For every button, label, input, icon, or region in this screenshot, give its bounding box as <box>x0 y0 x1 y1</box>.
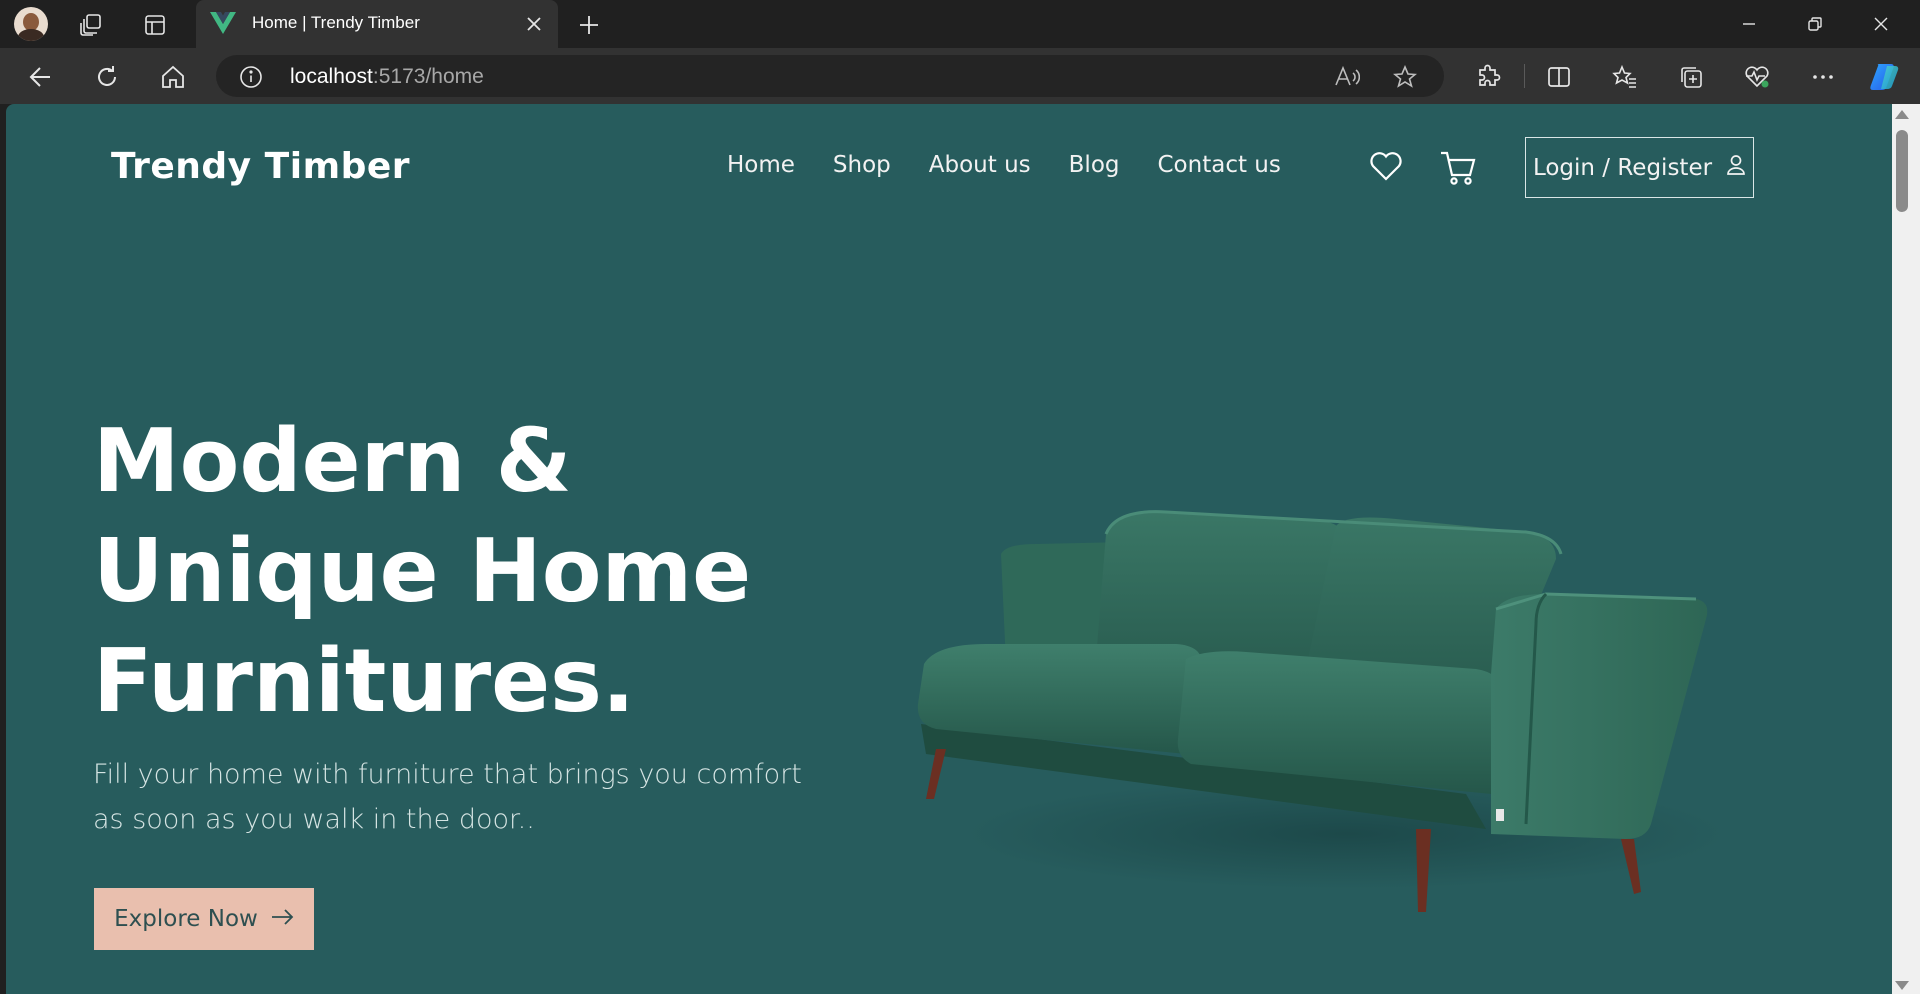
nav-blog[interactable]: Blog <box>1069 152 1120 178</box>
nav-home[interactable]: Home <box>727 152 795 178</box>
avatar-body <box>18 29 44 41</box>
browser-health-icon[interactable] <box>1742 62 1772 92</box>
workspaces-icon[interactable] <box>76 10 106 40</box>
explore-now-button[interactable]: Explore Now <box>94 888 314 950</box>
tab-title: Home | Trendy Timber <box>252 13 420 32</box>
nav-shop[interactable]: Shop <box>833 152 891 178</box>
brand-logo[interactable]: Trendy Timber <box>111 146 410 187</box>
close-window-button[interactable] <box>1848 0 1914 48</box>
minimize-button[interactable] <box>1716 0 1782 48</box>
login-register-button[interactable]: Login / Register <box>1525 137 1754 198</box>
scroll-up-icon[interactable] <box>1895 110 1909 119</box>
hero-sofa-image <box>906 494 1726 934</box>
read-aloud-icon[interactable] <box>1334 64 1360 90</box>
vue-logo-icon <box>210 12 236 38</box>
tab-home[interactable]: Home | Trendy Timber <box>196 0 558 48</box>
refresh-icon[interactable] <box>92 62 122 92</box>
hero-subtitle: Fill your home with furniture that bring… <box>93 759 802 835</box>
home-icon[interactable] <box>158 62 188 92</box>
close-tab-icon[interactable] <box>522 12 546 36</box>
hero-title-line1: Modern & <box>93 410 572 512</box>
user-icon <box>1726 154 1746 182</box>
scroll-down-icon[interactable] <box>1895 981 1909 990</box>
split-screen-icon[interactable] <box>1544 62 1574 92</box>
page-scrollbar[interactable] <box>1892 104 1920 994</box>
address-bar[interactable]: localhost:5173/home <box>216 55 1444 97</box>
site-info-icon[interactable] <box>238 64 264 90</box>
restore-button[interactable] <box>1782 0 1848 48</box>
favorite-star-icon[interactable] <box>1392 64 1418 90</box>
extensions-icon[interactable] <box>1474 62 1504 92</box>
url-path: :5173/home <box>372 65 484 88</box>
toolbar-divider <box>1524 64 1525 88</box>
url-host: localhost <box>290 65 373 88</box>
tab-actions-icon[interactable] <box>140 10 170 40</box>
more-options-icon[interactable] <box>1808 62 1838 92</box>
hero-title-line2: Unique Home <box>93 520 752 622</box>
arrow-right-icon <box>270 906 294 932</box>
hero-title: Modern & Unique Home Furnitures. <box>93 406 753 736</box>
page-viewport: Trendy Timber Home Shop About us Blog Co… <box>6 104 1892 994</box>
collections-icon[interactable] <box>1676 62 1706 92</box>
browser-tabstrip: Home | Trendy Timber <box>0 0 1920 48</box>
nav-contact-us[interactable]: Contact us <box>1158 152 1281 178</box>
url-text: localhost:5173/home <box>290 65 484 89</box>
nav-about-us[interactable]: About us <box>929 152 1031 178</box>
favorites-icon[interactable] <box>1610 62 1640 92</box>
profile-avatar[interactable] <box>14 7 48 41</box>
hero-title-line3: Furnitures. <box>93 630 635 732</box>
cart-icon[interactable] <box>1438 148 1478 188</box>
scrollbar-thumb[interactable] <box>1896 130 1908 212</box>
heart-icon[interactable] <box>1368 148 1404 184</box>
new-tab-icon[interactable] <box>574 10 604 40</box>
browser-toolbar: localhost:5173/home <box>0 48 1920 104</box>
main-nav: Home Shop About us Blog Contact us <box>727 152 1281 178</box>
back-icon[interactable] <box>26 62 56 92</box>
explore-now-label: Explore Now <box>114 906 258 932</box>
copilot-icon[interactable] <box>1866 60 1902 94</box>
login-register-label: Login / Register <box>1532 154 1713 181</box>
